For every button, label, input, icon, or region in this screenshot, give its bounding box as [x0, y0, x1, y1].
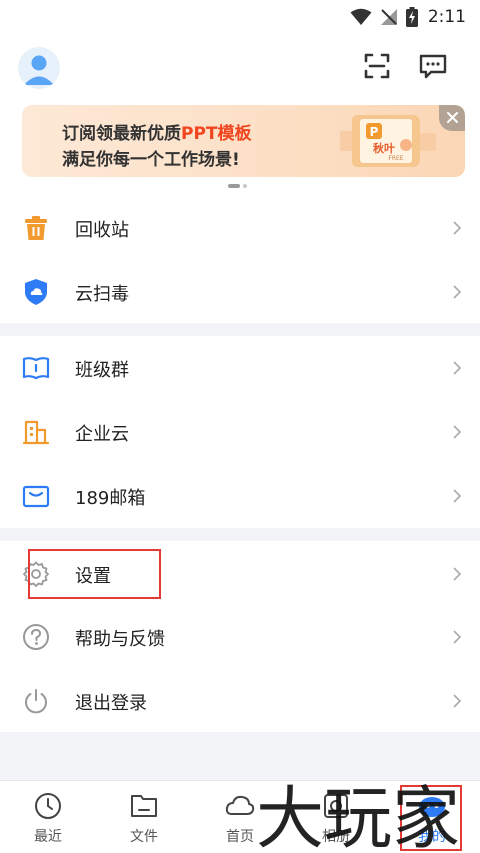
section-divider: [0, 528, 480, 541]
settings-highlight-box: [28, 549, 161, 599]
menu-item-mailbox[interactable]: 189邮箱: [0, 464, 480, 528]
folder-icon: [131, 795, 157, 817]
cloud-icon: [225, 795, 255, 815]
clock-icon: [35, 793, 61, 819]
banner-line-1-prefix: 订阅领最新优质: [62, 124, 181, 144]
tab-label-album: 相册: [322, 829, 350, 845]
banner-pager: [228, 184, 247, 188]
close-icon: [447, 112, 458, 123]
scan-icon[interactable]: [362, 51, 392, 81]
pager-dot: [243, 184, 247, 188]
photo-icon: [324, 794, 348, 818]
status-time: 2:11: [427, 7, 466, 27]
book-icon: [22, 357, 50, 380]
banner-line-1: 订阅领最新优质PPT模板: [62, 119, 252, 144]
menu-label-mailbox: 189邮箱: [75, 488, 146, 509]
menu-item-recycle[interactable]: 回收站: [0, 196, 480, 260]
section-divider: [0, 323, 480, 336]
chevron-right-icon: [453, 425, 462, 439]
tab-label-home: 首页: [226, 829, 254, 845]
menu-label-help-feedback: 帮助与反馈: [75, 629, 165, 650]
no-signal-icon: [380, 9, 397, 25]
banner-line-2: 满足你每一个工作场景!: [62, 150, 240, 170]
user-icon: [24, 55, 54, 85]
menu-label-virus-scan: 云扫毒: [75, 284, 129, 305]
message-icon[interactable]: [418, 51, 448, 81]
menu-label-recycle: 回收站: [75, 220, 129, 241]
trash-icon: [25, 216, 47, 240]
battery-charging-icon: [405, 7, 418, 27]
tab-album[interactable]: 相册: [288, 781, 384, 853]
tab-label-files: 文件: [130, 829, 158, 845]
banner-highlight-text: PPT模板: [181, 124, 252, 144]
bottom-spacer: [0, 732, 480, 780]
menu-item-logout[interactable]: 退出登录: [0, 669, 480, 733]
power-icon: [25, 689, 47, 714]
menu-label-enterprise-cloud: 企业云: [75, 424, 129, 445]
chevron-right-icon: [453, 567, 462, 581]
menu-label-logout: 退出登录: [75, 693, 147, 714]
badge-text: 秋叶: [373, 141, 395, 155]
wifi-icon: [350, 8, 372, 25]
chevron-right-icon: [453, 630, 462, 644]
tab-files[interactable]: 文件: [96, 781, 192, 853]
avatar[interactable]: [18, 47, 60, 89]
tab-home[interactable]: 首页: [192, 781, 288, 853]
status-bar: 2:11: [0, 0, 480, 34]
tab-recent[interactable]: 最近: [0, 781, 96, 853]
chevron-right-icon: [453, 285, 462, 299]
chevron-right-icon: [453, 221, 462, 235]
promo-banner[interactable]: 订阅领最新优质PPT模板 满足你每一个工作场景! P 秋叶 FREE: [22, 105, 465, 177]
mine-tab-highlight-box: [400, 785, 462, 851]
menu-item-help-feedback[interactable]: 帮助与反馈: [0, 605, 480, 669]
menu-label-class-group: 班级群: [75, 360, 129, 381]
top-bar: [0, 45, 480, 91]
chevron-right-icon: [453, 361, 462, 375]
menu-item-class-group[interactable]: 班级群: [0, 336, 480, 400]
badge-letter: P: [370, 125, 379, 139]
badge-sub: FREE: [388, 155, 403, 162]
pager-dot-active: [228, 184, 240, 188]
shield-icon: [25, 279, 47, 305]
banner-close-button[interactable]: [439, 105, 465, 131]
menu-item-enterprise-cloud[interactable]: 企业云: [0, 400, 480, 464]
ppt-illustration: P 秋叶 FREE: [340, 115, 436, 167]
menu-item-virus-scan[interactable]: 云扫毒: [0, 260, 480, 324]
chevron-right-icon: [453, 694, 462, 708]
building-icon: [22, 420, 50, 445]
mail-icon: [22, 485, 50, 508]
tab-label-recent: 最近: [34, 829, 62, 845]
chevron-right-icon: [453, 489, 462, 503]
help-icon: [23, 624, 49, 650]
